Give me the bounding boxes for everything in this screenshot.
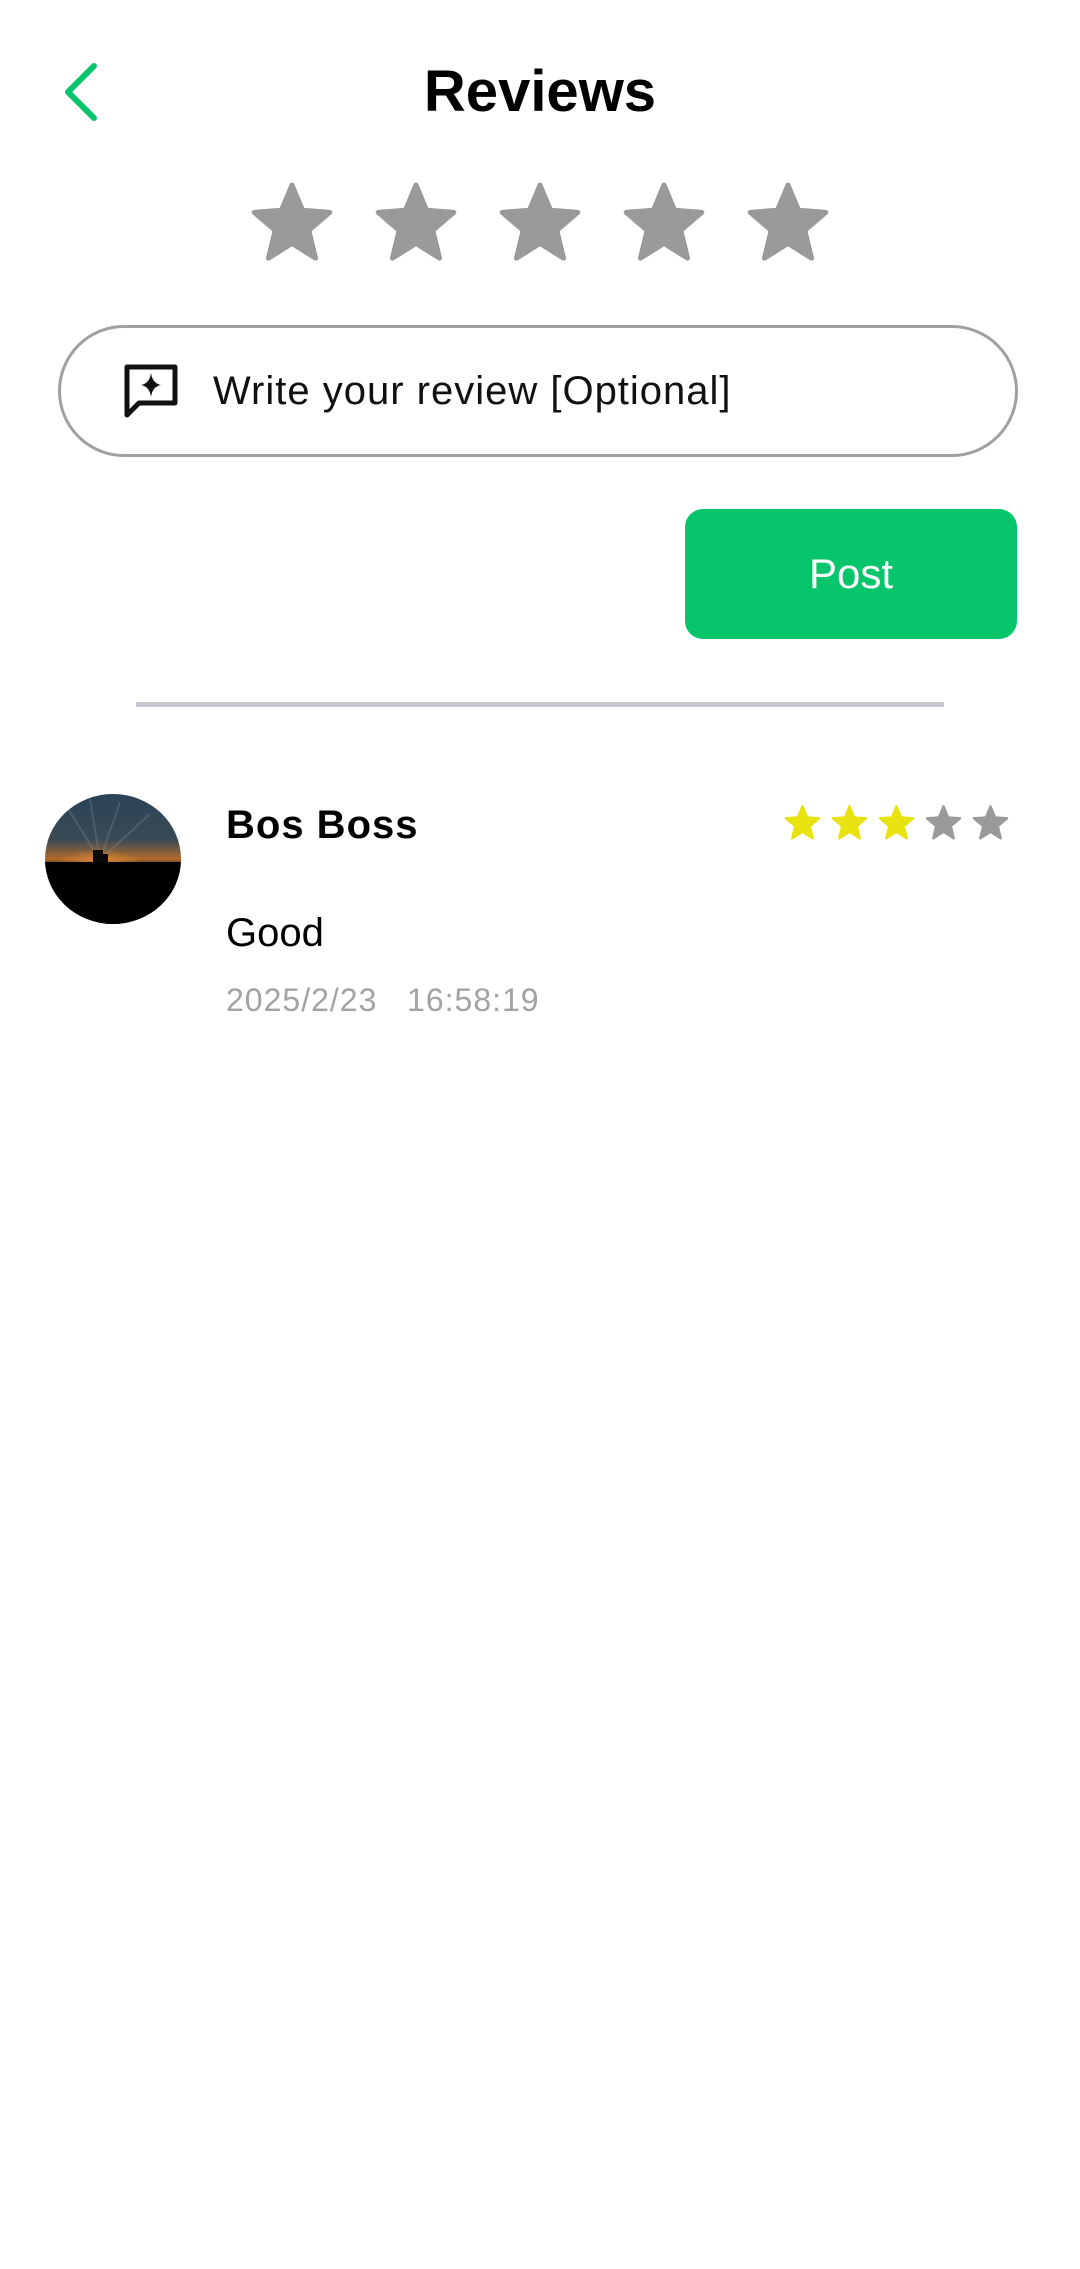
page-title: Reviews xyxy=(423,59,657,124)
review-star-4-icon xyxy=(925,805,962,840)
rating-star-5-icon[interactable] xyxy=(746,180,830,264)
rating-star-2-icon[interactable] xyxy=(374,180,458,264)
divider xyxy=(136,702,944,707)
review-star-2-icon xyxy=(831,805,868,840)
review-item: Bos Boss Good 2025/2/23 16:58:19 xyxy=(0,790,1080,1030)
chat-sparkle-icon xyxy=(124,364,178,418)
review-star-1-icon xyxy=(784,805,821,840)
rating-input xyxy=(0,180,1080,280)
review-star-3-icon xyxy=(878,805,915,840)
review-star-5-icon xyxy=(972,805,1009,840)
post-button[interactable]: Post xyxy=(685,509,1017,639)
review-input[interactable] xyxy=(211,367,975,415)
rating-star-1-icon[interactable] xyxy=(250,180,334,264)
review-text: Good xyxy=(226,911,324,955)
sunset-silhouette-avatar xyxy=(45,794,181,924)
header: Reviews xyxy=(0,0,1080,180)
review-rating xyxy=(784,804,1009,841)
reviewer-name: Bos Boss xyxy=(226,803,419,847)
rating-star-4-icon[interactable] xyxy=(622,180,706,264)
rating-star-3-icon[interactable] xyxy=(498,180,582,264)
avatar xyxy=(45,794,181,924)
review-input-box[interactable] xyxy=(58,325,1018,457)
review-timestamp: 2025/2/23 16:58:19 xyxy=(226,982,540,1018)
